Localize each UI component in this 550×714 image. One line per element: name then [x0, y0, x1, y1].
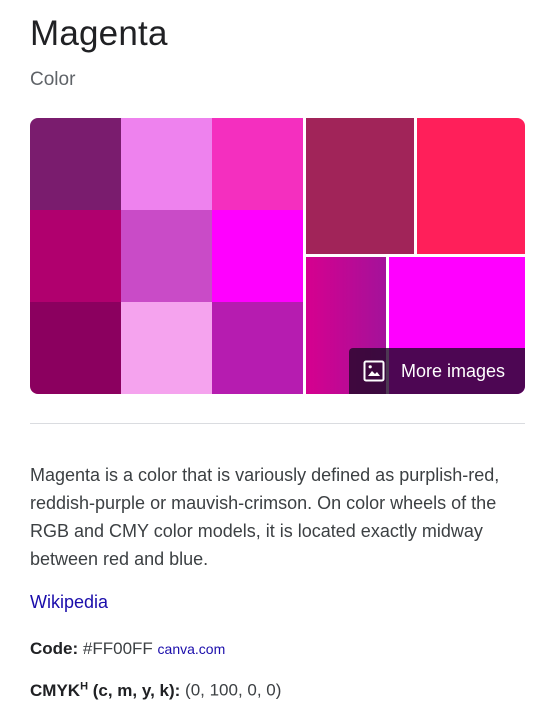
swatch-cell — [121, 118, 212, 210]
swatch-cell — [30, 302, 121, 394]
entity-type-subtitle: Color — [30, 69, 76, 90]
section-divider — [30, 423, 525, 424]
wikipedia-link[interactable]: Wikipedia — [30, 592, 108, 613]
cmyk-key-suffix: (c, m, y, k): — [92, 680, 181, 700]
cmyk-attribute-row: CMYKH (c, m, y, k): (0, 100, 0, 0) — [30, 680, 281, 701]
code-source-link[interactable]: canva.com — [158, 641, 226, 657]
swatch-cell — [212, 118, 303, 210]
image-icon — [363, 360, 385, 382]
swatch-cell — [30, 118, 121, 210]
image-gallery[interactable]: More images — [30, 118, 525, 394]
cmyk-key: CMYKH (c, m, y, k): — [30, 680, 181, 700]
cmyk-key-label: CMYK — [30, 680, 81, 700]
description-text: Magenta is a color that is variously def… — [30, 465, 500, 569]
cmyk-value: (0, 100, 0, 0) — [185, 680, 282, 700]
swatch-cell — [121, 302, 212, 394]
more-images-label: More images — [401, 360, 506, 381]
gallery-image-top-middle[interactable] — [306, 118, 414, 254]
cmyk-key-superscript[interactable]: H — [80, 680, 88, 692]
swatch-cell — [212, 302, 303, 394]
swatch-cell — [121, 210, 212, 302]
page-title: Magenta — [30, 14, 168, 53]
swatch-cell — [30, 210, 121, 302]
swatch-cell — [212, 210, 303, 302]
more-images-button[interactable]: More images — [349, 348, 525, 394]
swatch-grid-image[interactable] — [30, 118, 303, 394]
code-key: Code: — [30, 639, 79, 658]
code-attribute-row: Code: #FF00FF canva.com — [30, 639, 225, 659]
gallery-image-top-right[interactable] — [417, 118, 525, 254]
code-value: #FF00FF — [82, 639, 153, 658]
